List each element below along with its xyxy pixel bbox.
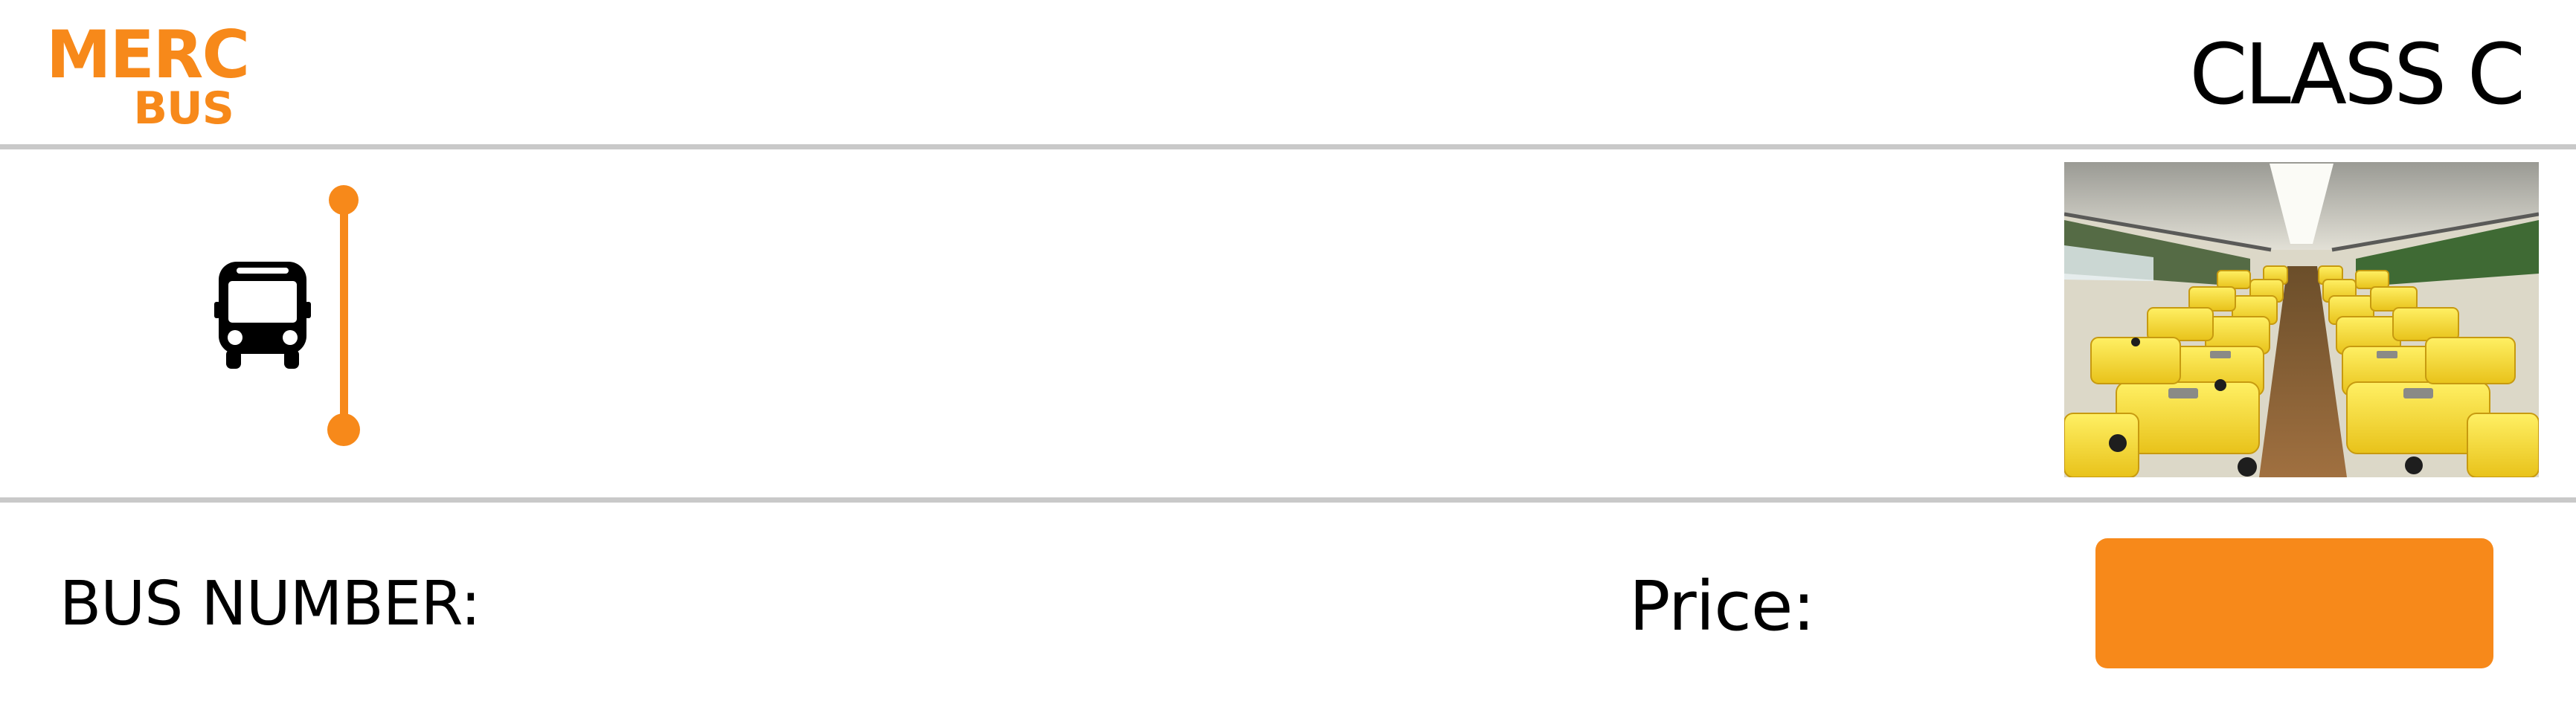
middle-divider <box>0 497 2576 503</box>
bus-number-label: BUS NUMBER: <box>60 569 481 639</box>
logo-text-bus: BUS <box>133 83 234 135</box>
logo-text-merc: MERC <box>46 16 250 93</box>
top-divider <box>0 144 2576 149</box>
route-line-icon <box>327 185 360 446</box>
price-label: Price: <box>1629 567 1815 646</box>
price-button[interactable] <box>2095 538 2493 668</box>
bus-icon <box>214 262 311 369</box>
merc-bus-logo: MERC BUS <box>46 22 250 135</box>
ticket-class-title: CLASS C <box>2189 27 2525 123</box>
bus-interior-photo <box>2064 162 2539 477</box>
